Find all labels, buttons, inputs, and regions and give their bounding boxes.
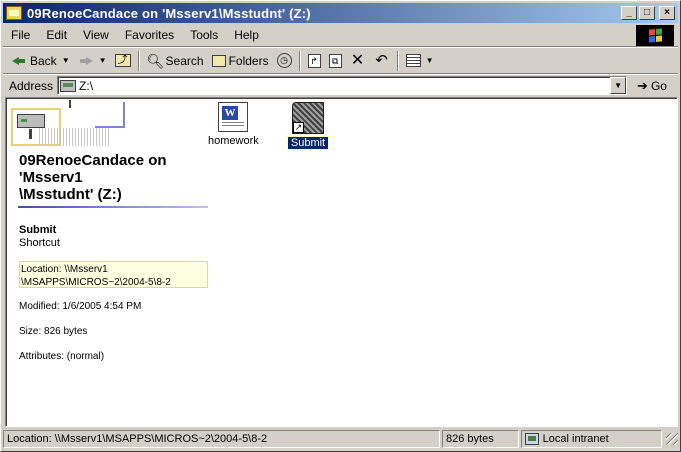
copy-to-icon: ⧉ [328, 53, 342, 68]
file-item-submit[interactable]: ↗ Submit [287, 102, 329, 150]
forward-button[interactable]: ▼ [74, 50, 111, 72]
move-to-button[interactable]: ↱ [304, 50, 325, 72]
menu-help[interactable]: Help [226, 28, 267, 42]
address-value: Z:\ [79, 78, 94, 93]
status-size: 826 bytes [442, 430, 519, 448]
location-line1: Location: \\Msserv1 [21, 264, 108, 275]
address-input[interactable]: Z:\ ▼ [57, 76, 628, 95]
folder-title: 09RenoeCandace on 'Msserv1 \Msstudnt' (Z… [19, 152, 209, 203]
address-bar: Address Z:\ ▼ ➔ Go [3, 74, 678, 96]
back-button[interactable]: Back ▼ [7, 50, 74, 72]
copy-to-button[interactable]: ⧉ [325, 50, 346, 72]
delete-icon: ✕ [350, 51, 365, 69]
folders-label: Folders [228, 53, 269, 68]
location-line2: \MSAPPS\MICROS~2\2004-5\8-2 [21, 277, 171, 288]
folder-view[interactable]: 09RenoeCandace on 'Msserv1 \Msstudnt' (Z… [5, 97, 678, 427]
menu-edit[interactable]: Edit [38, 28, 75, 42]
back-label: Back [30, 53, 57, 68]
history-icon: ◷ [276, 53, 292, 68]
location-info: Location: \\Msserv1 \MSAPPS\MICROS~2\200… [19, 261, 208, 288]
back-dropdown-icon[interactable]: ▼ [62, 56, 70, 65]
go-label: Go [650, 78, 667, 93]
address-dropdown-icon[interactable]: ▼ [610, 77, 627, 94]
folder-title-line2: 'Msserv1 [19, 169, 83, 186]
windows-logo-icon [636, 25, 674, 46]
folders-icon [211, 54, 226, 67]
undo-button[interactable]: ↶ [370, 50, 394, 72]
status-location: Location: \\Msserv1\MSAPPS\MICROS~2\2004… [3, 430, 440, 448]
toolbar-separator [137, 50, 140, 71]
file-item-homework[interactable]: W homework [206, 102, 260, 147]
menu-bar: File Edit View Favorites Tools Help [3, 24, 678, 47]
shortcut-icon: ↗ [292, 102, 324, 134]
folder-title-line1: 09RenoeCandace on [19, 152, 167, 169]
status-zone-label: Local intranet [542, 433, 609, 445]
maximize-button[interactable]: □ [639, 6, 655, 20]
views-button[interactable]: ▼ [402, 50, 438, 72]
search-icon: 🔍︎ [146, 52, 165, 69]
local-intranet-icon [524, 433, 539, 445]
up-folder-icon: ⤴ [114, 54, 131, 67]
standard-toolbar: Back ▼ ▼ ⤴ 🔍︎ Search Folders ◷ ↱ ⧉ ✕ ↶ ▼ [3, 47, 678, 74]
network-drive-icon [60, 79, 77, 92]
search-button[interactable]: 🔍︎ Search [143, 50, 208, 72]
go-button[interactable]: ➔ Go [637, 78, 667, 94]
delete-button[interactable]: ✕ [346, 50, 370, 72]
toolbar-separator [298, 50, 301, 71]
status-zone: Local intranet [520, 430, 663, 448]
views-dropdown-icon[interactable]: ▼ [426, 56, 434, 65]
toolbar-separator [396, 50, 399, 71]
selected-item-type: Shortcut [19, 237, 60, 249]
modified-info: Modified: 1/6/2005 4:54 PM [19, 301, 142, 312]
back-arrow-icon [11, 53, 27, 69]
undo-icon: ↶ [375, 51, 388, 69]
folders-button[interactable]: Folders [208, 50, 273, 72]
minimize-button[interactable]: _ [621, 6, 637, 20]
menu-file[interactable]: File [3, 28, 38, 42]
close-button[interactable]: × [659, 6, 675, 20]
up-folder-button[interactable]: ⤴ [111, 50, 135, 72]
resize-grip[interactable] [666, 433, 678, 445]
views-icon [405, 54, 421, 67]
forward-arrow-icon [78, 53, 94, 69]
search-label: Search [165, 53, 204, 68]
attributes-info: Attributes: (normal) [19, 351, 105, 362]
word-document-icon: W [218, 102, 248, 132]
selected-item-name: Submit [19, 224, 57, 236]
network-drive-banner-icon [9, 100, 129, 150]
move-to-icon: ↱ [307, 53, 321, 68]
history-button[interactable]: ◷ [273, 50, 296, 72]
status-bar: Location: \\Msserv1\MSAPPS\MICROS~2\2004… [3, 429, 678, 449]
title-bar[interactable]: 09RenoeCandace on 'Msserv1\Msstudnt' (Z:… [3, 3, 678, 23]
explorer-window: 09RenoeCandace on 'Msserv1\Msstudnt' (Z:… [0, 0, 681, 452]
go-arrow-icon: ➔ [637, 77, 648, 93]
title-divider [18, 206, 208, 208]
address-label: Address [9, 78, 54, 93]
menu-favorites[interactable]: Favorites [117, 28, 182, 42]
folder-title-line3: \Msstudnt' (Z:) [19, 186, 122, 203]
menu-tools[interactable]: Tools [182, 28, 226, 42]
forward-dropdown-icon[interactable]: ▼ [99, 56, 107, 65]
folder-icon [6, 6, 22, 20]
window-title: 09RenoeCandace on 'Msserv1\Msstudnt' (Z:… [27, 5, 311, 21]
file-label: Submit [287, 136, 329, 150]
size-info: Size: 826 bytes [19, 326, 88, 337]
menu-view[interactable]: View [75, 28, 117, 42]
file-label: homework [208, 135, 259, 147]
